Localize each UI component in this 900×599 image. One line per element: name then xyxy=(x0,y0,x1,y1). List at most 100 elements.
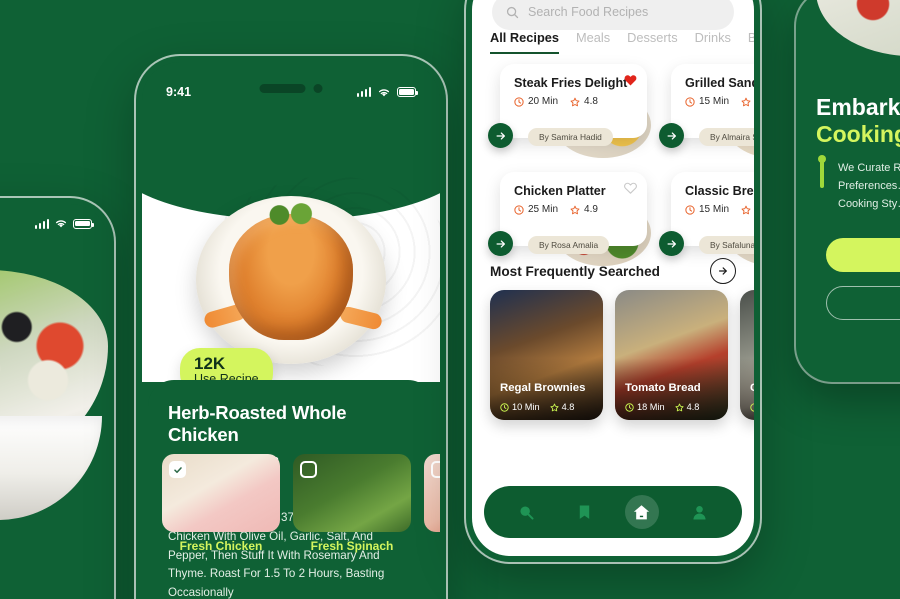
ingredient-item[interactable]: Fresh Chicken xyxy=(162,454,280,553)
ingredient-image xyxy=(162,454,280,532)
most-searched-list: Regal Brownies 10 Min 4.8 Tomato Bread 1… xyxy=(490,290,754,420)
arrow-right-icon xyxy=(667,131,676,140)
ingredient-item[interactable] xyxy=(424,454,440,553)
search-input[interactable]: Search Food Recipes xyxy=(492,0,734,30)
open-recipe-button[interactable] xyxy=(659,123,684,148)
dynamic-island xyxy=(259,84,323,93)
nav-search-button[interactable] xyxy=(510,495,544,529)
recipe-card-author: By Rosa Amalia xyxy=(528,236,610,254)
left-status-bar xyxy=(34,218,95,229)
most-searched-title: Most Frequently Searched xyxy=(490,263,660,279)
searched-card-rating: 4.8 xyxy=(561,402,575,412)
most-searched-see-all-button[interactable] xyxy=(710,258,736,284)
heart-filled-icon xyxy=(624,75,637,86)
star-icon xyxy=(741,97,751,106)
tab-desserts[interactable]: Desserts xyxy=(627,30,678,52)
star-icon xyxy=(570,205,580,214)
clock-icon xyxy=(685,204,695,215)
searched-card-meta: 18 Min 4.8 xyxy=(625,402,699,412)
clock-icon xyxy=(500,402,509,412)
ingredient-checkbox[interactable] xyxy=(169,461,186,478)
ingredient-checkbox[interactable] xyxy=(431,461,440,478)
searched-card-title: Tomato Bread xyxy=(625,382,701,394)
nav-bookmark-button[interactable] xyxy=(567,495,601,529)
onboarding-title-accent: Cooking xyxy=(816,121,900,148)
searched-card-meta: 10 Min 4.8 xyxy=(500,402,574,412)
ingredient-checkbox[interactable] xyxy=(300,461,317,478)
notch-camera xyxy=(313,84,323,93)
favorite-button[interactable] xyxy=(623,181,638,200)
recipe-card-author: By Samira Hadid xyxy=(528,128,613,146)
searched-card[interactable]: Tomato Bread 18 Min 4.8 xyxy=(615,290,728,420)
tab-drinks[interactable]: Drinks xyxy=(695,30,731,52)
ingredients-list: Fresh Chicken Fresh Spinach xyxy=(162,454,440,553)
star-icon xyxy=(550,403,559,411)
nav-home-button[interactable] xyxy=(624,495,659,529)
facebook-login-button[interactable]: f xyxy=(826,286,900,320)
open-recipe-button[interactable] xyxy=(659,231,684,256)
bookmark-icon xyxy=(579,505,589,519)
clock-icon xyxy=(685,96,695,107)
tab-meals[interactable]: Meals xyxy=(576,30,610,52)
open-recipe-button[interactable] xyxy=(488,123,513,148)
arrow-right-circle-icon xyxy=(718,267,728,275)
status-time: 9:41 xyxy=(166,85,192,99)
star-icon xyxy=(675,403,684,411)
arrow-right-icon xyxy=(496,131,505,140)
onboarding-title: Embark Cooking xyxy=(816,94,900,148)
star-icon xyxy=(570,97,580,106)
recipe-card-time: 20 Min xyxy=(528,96,559,107)
wifi-icon xyxy=(55,220,67,228)
recipe-card-time: 15 Min xyxy=(699,204,730,215)
get-started-button[interactable]: G xyxy=(826,238,900,272)
recipe-card-body: Chicken Platter 25 Min 4.9 xyxy=(500,172,647,246)
herb-garnish xyxy=(262,202,320,228)
browse-phone-screen: Search Food Recipes All Recipes Meals De… xyxy=(472,0,754,556)
left-bowl-image xyxy=(0,416,102,520)
clock-icon xyxy=(514,96,524,107)
searched-card-meta: 10 Min xyxy=(750,402,754,412)
recipe-card-title: Steak Fries Delight xyxy=(514,76,628,90)
favorite-button[interactable] xyxy=(623,73,638,92)
recipe-card-author: By Safaluna Zia xyxy=(699,236,754,254)
recipe-card[interactable]: Classic Breakfast 15 Min 4.8 xyxy=(659,172,754,268)
roast-chicken-image xyxy=(229,214,353,340)
notch-speaker xyxy=(259,84,306,93)
onboarding-title-white: Embark xyxy=(816,94,900,120)
recipe-card-meta: 20 Min 4.8 xyxy=(514,96,635,107)
ingredient-label: Fresh Chicken xyxy=(179,539,263,553)
searched-card[interactable]: Regal Brownies 10 Min 4.8 xyxy=(490,290,603,420)
recipe-card-author: By Almaira Sasha xyxy=(699,128,754,146)
open-recipe-button[interactable] xyxy=(488,231,513,256)
searched-card[interactable]: Chicken Rice 10 Min xyxy=(740,290,754,420)
recipe-card-meta: 25 Min 4.9 xyxy=(514,204,635,215)
recipe-card-body: Steak Fries Delight 20 Min 4.8 xyxy=(500,64,647,138)
home-icon xyxy=(634,504,650,519)
recipe-card-title: Classic Breakfast xyxy=(685,184,754,198)
tab-all-recipes[interactable]: All Recipes xyxy=(490,30,559,54)
clock-icon xyxy=(625,402,634,412)
most-searched-header: Most Frequently Searched xyxy=(490,258,736,284)
phone-left-onboarding: …our …enture xyxy=(0,198,114,599)
nav-profile-button[interactable] xyxy=(682,495,716,529)
recipe-card-grid: Steak Fries Delight 20 Min 4.8 By Samira… xyxy=(488,64,754,268)
signal-icon xyxy=(356,87,371,97)
searched-card-time: 18 Min xyxy=(637,402,665,412)
recipe-card[interactable]: Grilled Sandwich 15 Min 4.8 xyxy=(659,64,754,160)
hero-image-area: 12K Use Recipe Delicious xyxy=(142,100,440,429)
recipe-card-body: Grilled Sandwich 15 Min 4.8 xyxy=(671,64,754,138)
panel-onboarding: Embark Cooking We Curate R… Preferences…… xyxy=(796,0,900,382)
recipe-card[interactable]: Chicken Platter 25 Min 4.9 By Rosa Amali… xyxy=(488,172,651,268)
recipe-card-body: Classic Breakfast 15 Min 4.8 xyxy=(671,172,754,246)
recipe-card[interactable]: Steak Fries Delight 20 Min 4.8 By Samira… xyxy=(488,64,651,160)
check-icon xyxy=(173,466,182,473)
tab-breakfast[interactable]: Breakfast xyxy=(748,30,754,52)
main-phone-screen: 9:41 Food Recipes xyxy=(142,62,440,599)
person-icon xyxy=(693,505,706,519)
signal-icon xyxy=(34,218,49,229)
ingredient-item[interactable]: Fresh Spinach xyxy=(293,454,411,553)
arrow-right-icon xyxy=(667,239,676,248)
battery-icon xyxy=(73,218,95,229)
accent-tick-marker xyxy=(818,155,826,188)
search-icon xyxy=(520,505,534,520)
